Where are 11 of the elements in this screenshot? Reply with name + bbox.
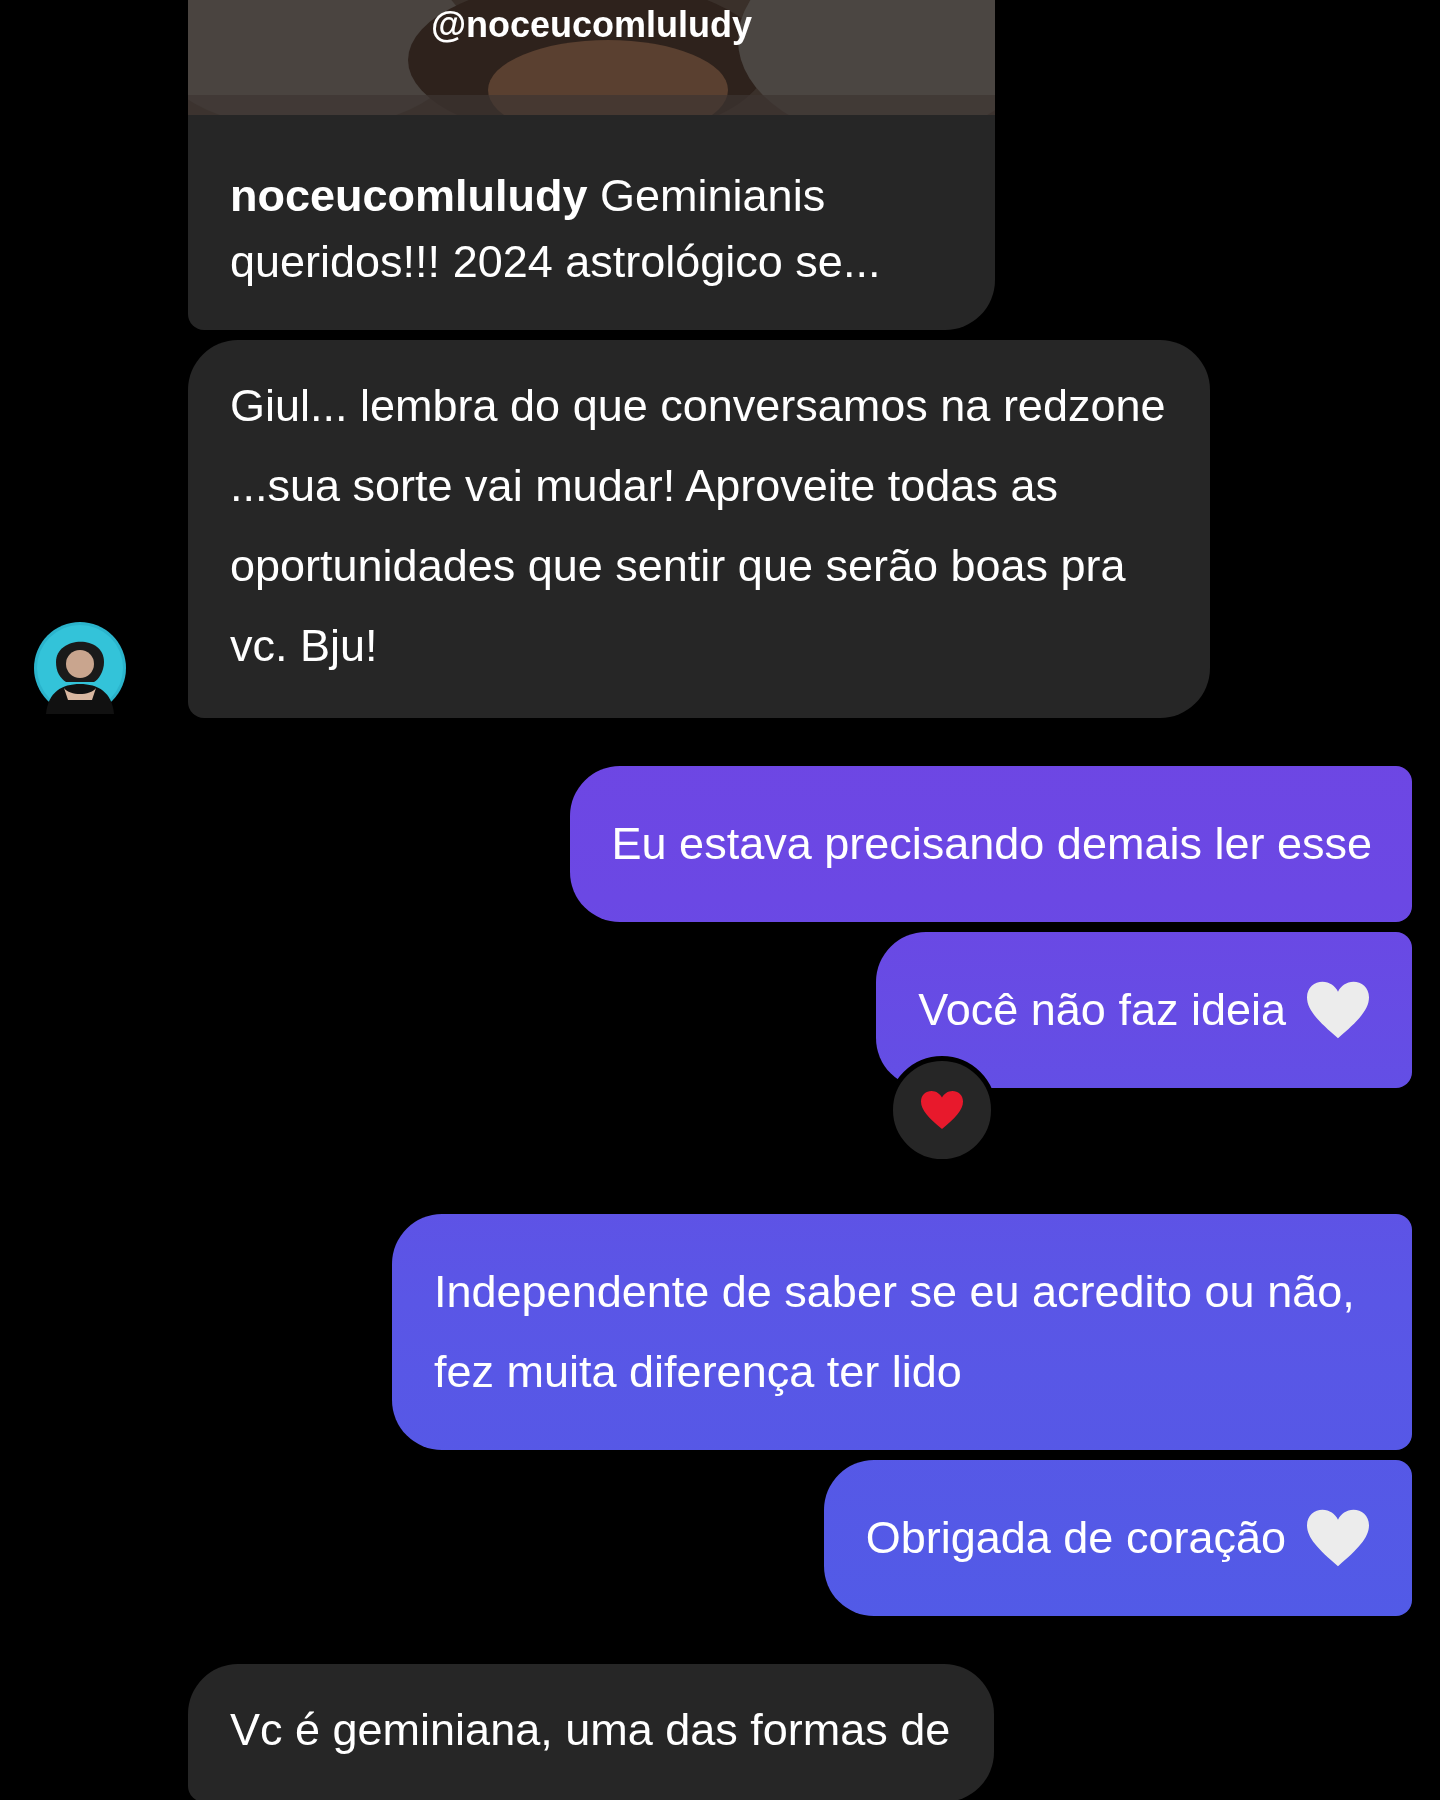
message-bubble[interactable]: Independente de saber se eu acredito ou não, fez muita diferença ter lido <box>392 1214 1412 1450</box>
message-bubble[interactable]: Eu estava precisando demais ler esse <box>569 766 1412 922</box>
message-bubble[interactable]: Vc é geminiana, uma das formas de <box>188 1664 995 1800</box>
post-handle: @noceucomluludy <box>430 4 753 46</box>
avatar[interactable] <box>34 622 126 714</box>
heart-icon <box>919 1089 966 1131</box>
message-bubble[interactable]: Você não faz ideia <box>876 932 1412 1088</box>
message-bubble[interactable]: Giul... lembra do que conversamos na redzone ...sua sorte vai mudar! Aproveite todas as oportunidades que sentir que serão boas pra vc. Bju! <box>188 340 1210 718</box>
shared-post-card[interactable]: @noceucomluludy noceucomluludy Geminianis queridos!!! 2024 astrológico se... <box>188 0 995 330</box>
post-caption: noceucomluludy Geminianis queridos!!! 2024 astrológico se... <box>229 169 882 289</box>
message-bubble[interactable]: Obrigada de coração <box>823 1460 1412 1616</box>
